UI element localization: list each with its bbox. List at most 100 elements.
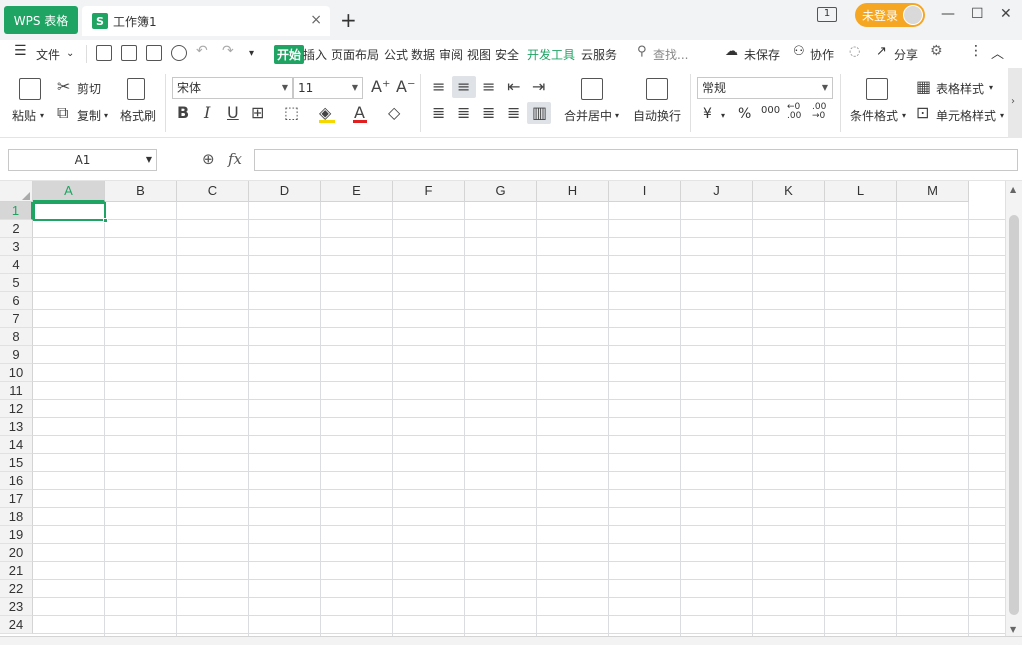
cell-style-dropdown-icon[interactable]: ▾ <box>1000 111 1004 120</box>
row-header-3[interactable]: 3 <box>0 238 33 256</box>
thousands-icon[interactable]: 000 <box>761 105 780 116</box>
formula-input[interactable] <box>254 149 1018 171</box>
collaborate-button[interactable]: 协作 <box>810 46 834 63</box>
underline-icon[interactable]: U <box>227 105 239 121</box>
column-header-c[interactable]: C <box>177 181 249 202</box>
save-icon[interactable] <box>96 45 112 61</box>
table-style-dropdown-icon[interactable]: ▾ <box>989 83 993 92</box>
align-middle-icon[interactable]: ≡ <box>457 79 470 95</box>
row-header-12[interactable]: 12 <box>0 400 33 418</box>
paste-button[interactable]: 粘贴 <box>12 107 36 124</box>
cell-style-button[interactable]: 单元格样式 <box>936 107 996 124</box>
increase-font-icon[interactable]: A⁺ <box>371 79 390 95</box>
wrap-text-icon[interactable] <box>646 78 668 100</box>
collapse-ribbon-icon[interactable]: ︿ <box>991 43 1004 62</box>
row-header-18[interactable]: 18 <box>0 508 33 526</box>
row-header-17[interactable]: 17 <box>0 490 33 508</box>
decrease-font-icon[interactable]: A⁻ <box>396 79 415 95</box>
row-header-20[interactable]: 20 <box>0 544 33 562</box>
tab-page-layout[interactable]: 页面布局 <box>331 46 379 63</box>
border-icon[interactable]: ⊞ <box>251 105 264 121</box>
print-preview-icon[interactable] <box>171 45 187 61</box>
active-cell[interactable] <box>33 202 108 223</box>
scroll-up-icon[interactable]: ▲ <box>1010 185 1016 194</box>
login-button[interactable]: 未登录 <box>855 3 925 27</box>
customize-icon[interactable]: ▾ <box>249 48 254 59</box>
decrease-decimal-icon[interactable]: .00 →0 <box>812 103 826 121</box>
merge-center-icon[interactable] <box>581 78 603 100</box>
app-tab[interactable]: WPS 表格 <box>4 6 78 34</box>
close-window-button[interactable]: ✕ <box>1000 6 1012 22</box>
column-header-h[interactable]: H <box>537 181 609 202</box>
conditional-format-button[interactable]: 条件格式 <box>850 107 898 124</box>
increase-decimal-icon[interactable]: ←0.00 <box>787 103 801 121</box>
paste-dropdown-icon[interactable]: ▾ <box>40 111 44 120</box>
cell-area[interactable] <box>33 202 1005 636</box>
cut-button[interactable]: 剪切 <box>77 80 101 97</box>
italic-icon[interactable]: I <box>204 105 210 121</box>
justify-icon[interactable]: ≣ <box>507 105 520 121</box>
select-all-corner[interactable] <box>0 181 33 202</box>
row-header-5[interactable]: 5 <box>0 274 33 292</box>
row-header-9[interactable]: 9 <box>0 346 33 364</box>
column-header-d[interactable]: D <box>249 181 321 202</box>
row-header-16[interactable]: 16 <box>0 472 33 490</box>
currency-dropdown-icon[interactable]: ▾ <box>721 111 725 120</box>
row-header-15[interactable]: 15 <box>0 454 33 472</box>
eraser-icon[interactable]: ◇ <box>388 105 400 121</box>
unsaved-status[interactable]: 未保存 <box>744 46 780 63</box>
vertical-scrollbar[interactable]: ▲ ▼ <box>1005 181 1022 636</box>
chat-icon[interactable]: ◌ <box>849 44 860 59</box>
percent-icon[interactable]: % <box>738 106 751 122</box>
font-size-select[interactable]: 11 ▼ <box>293 77 363 99</box>
minimize-button[interactable]: — <box>941 6 955 22</box>
align-bottom-icon[interactable]: ≡ <box>482 79 495 95</box>
row-header-11[interactable]: 11 <box>0 382 33 400</box>
align-center-icon[interactable]: ≣ <box>457 105 470 121</box>
undo-icon[interactable]: ↶ <box>196 43 208 59</box>
column-header-g[interactable]: G <box>465 181 537 202</box>
file-menu[interactable]: 文件 <box>36 46 60 63</box>
export-pdf-icon[interactable] <box>121 45 137 61</box>
row-header-8[interactable]: 8 <box>0 328 33 346</box>
distributed-align-icon[interactable]: ▥ <box>532 105 547 121</box>
align-right-icon[interactable]: ≣ <box>482 105 495 121</box>
row-header-1[interactable]: 1 <box>0 202 33 220</box>
paste-icon[interactable] <box>19 78 41 100</box>
tab-security[interactable]: 安全 <box>495 46 519 63</box>
tab-home[interactable]: 开始 <box>274 45 305 64</box>
redo-icon[interactable]: ↷ <box>222 43 234 59</box>
tab-view[interactable]: 视图 <box>467 46 491 63</box>
tab-developer[interactable]: 开发工具 <box>527 46 575 63</box>
format-painter-button[interactable]: 格式刷 <box>120 107 156 124</box>
name-box[interactable]: A1 ▼ <box>8 149 157 171</box>
decrease-indent-icon[interactable]: ⇤ <box>507 79 520 95</box>
conditional-format-icon[interactable] <box>866 78 888 100</box>
column-header-k[interactable]: K <box>753 181 825 202</box>
spreadsheet-grid[interactable]: ABCDEFGHIJKLM 1 2 3 4 5 6 7 8 9 10 11 12 13 14 15 16 17 1… <box>0 181 1005 636</box>
row-header-14[interactable]: 14 <box>0 436 33 454</box>
close-tab-icon[interactable]: × <box>310 12 322 28</box>
column-header-m[interactable]: M <box>897 181 969 202</box>
gear-icon[interactable]: ⚙ <box>930 43 943 59</box>
row-header-22[interactable]: 22 <box>0 580 33 598</box>
merge-dropdown-icon[interactable]: ▾ <box>615 111 619 120</box>
cond-format-dropdown-icon[interactable]: ▾ <box>902 111 906 120</box>
currency-icon[interactable]: ¥ <box>703 106 712 122</box>
row-header-10[interactable]: 10 <box>0 364 33 382</box>
fill-color-icon[interactable]: ◈ <box>319 105 331 121</box>
column-header-l[interactable]: L <box>825 181 897 202</box>
print-icon[interactable] <box>146 45 162 61</box>
align-top-icon[interactable]: ≡ <box>432 79 445 95</box>
fx-icon[interactable]: fx <box>228 150 242 168</box>
document-tab[interactable]: S 工作簿1 × <box>82 6 330 36</box>
row-header-2[interactable]: 2 <box>0 220 33 238</box>
table-style-button[interactable]: 表格样式 <box>936 80 984 97</box>
window-count-icon[interactable]: 1 <box>817 7 837 22</box>
column-header-a[interactable]: A <box>33 181 105 202</box>
tab-data[interactable]: 数据 <box>411 46 435 63</box>
column-header-f[interactable]: F <box>393 181 465 202</box>
chevron-down-icon[interactable]: ⌄ <box>66 48 74 59</box>
search-input[interactable]: 查找... <box>653 46 688 63</box>
more-icon[interactable]: ⋮ <box>969 43 983 59</box>
